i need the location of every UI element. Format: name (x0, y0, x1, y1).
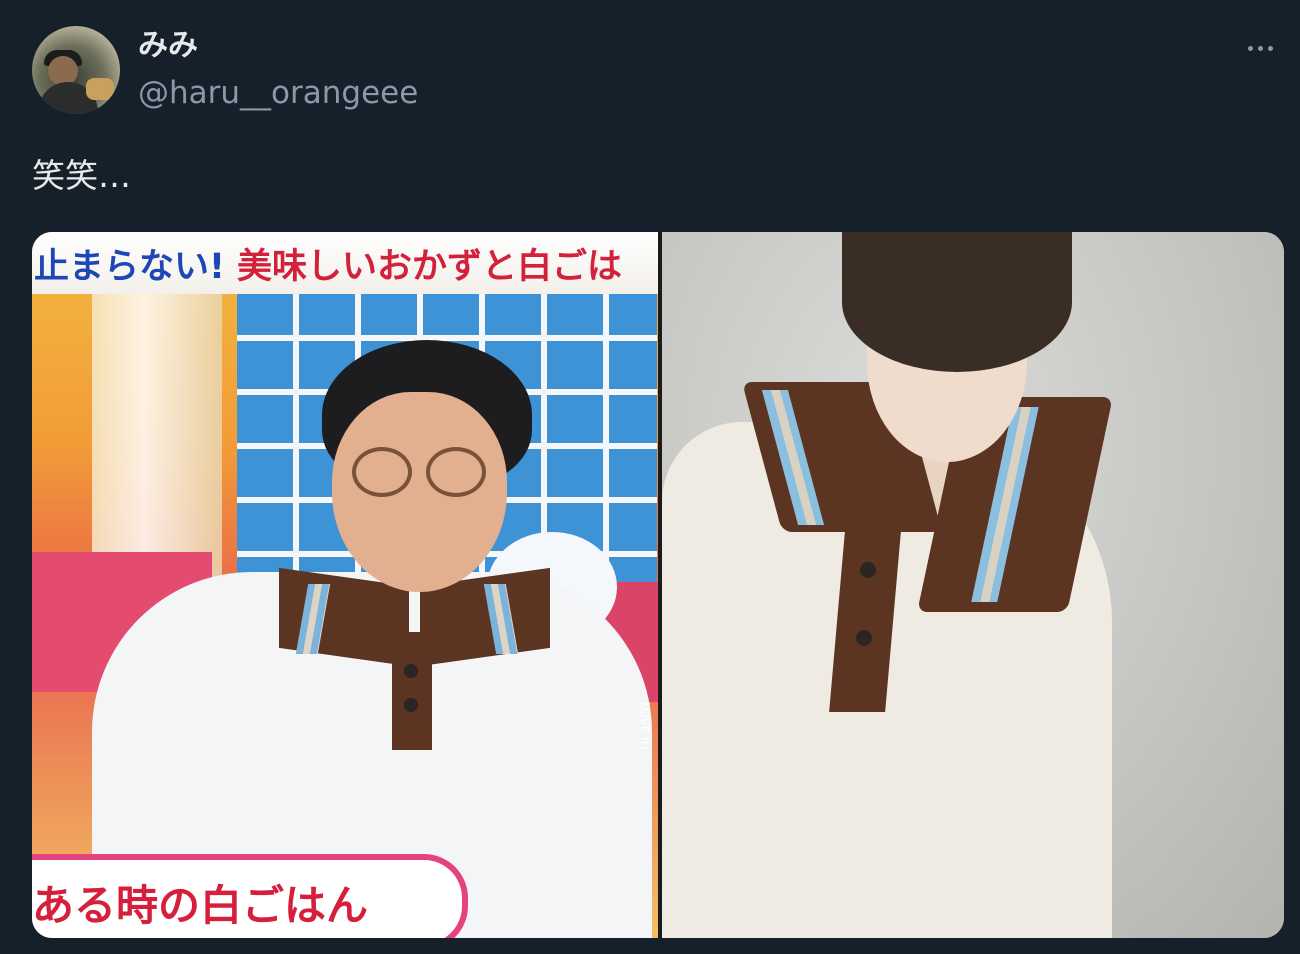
shirt-button (856, 630, 872, 646)
more-horizontal-icon (1247, 45, 1253, 51)
glasses-icon (352, 447, 412, 497)
shirt-button (404, 698, 418, 712)
user-handle[interactable]: @haru__orangeee (138, 74, 418, 112)
shirt-button (860, 562, 876, 578)
more-horizontal-icon (1257, 45, 1263, 51)
display-name[interactable]: みみ (138, 28, 198, 64)
tweet-text: 笑笑… (32, 156, 131, 195)
tv-side-text: LOVE it! (638, 702, 652, 750)
media-photo-left[interactable]: 止まらない! 美味しいおかずと白ごは LOVE it! ある時の白ごはん (32, 232, 658, 938)
avatar-food (86, 78, 114, 100)
tv-caption-bottom: ある時の白ごはん (32, 854, 468, 938)
more-options-button[interactable] (1236, 30, 1284, 66)
glasses-icon (426, 447, 486, 497)
avatar[interactable] (32, 26, 120, 114)
shirt-button (404, 664, 418, 678)
media-photo-right[interactable] (662, 232, 1284, 938)
tv-caption-top-part2: 美味しいおかずと白ごは (236, 246, 622, 287)
tv-caption-top: 止まらない! 美味しいおかずと白ごは (32, 232, 658, 294)
model-hair (842, 232, 1072, 372)
more-horizontal-icon (1267, 45, 1273, 51)
shirt-placket (392, 632, 432, 750)
media-grid: 止まらない! 美味しいおかずと白ごは LOVE it! ある時の白ごはん (32, 232, 1284, 938)
person-face (332, 392, 507, 592)
tv-caption-top-part1: 止まらない! (34, 246, 225, 287)
